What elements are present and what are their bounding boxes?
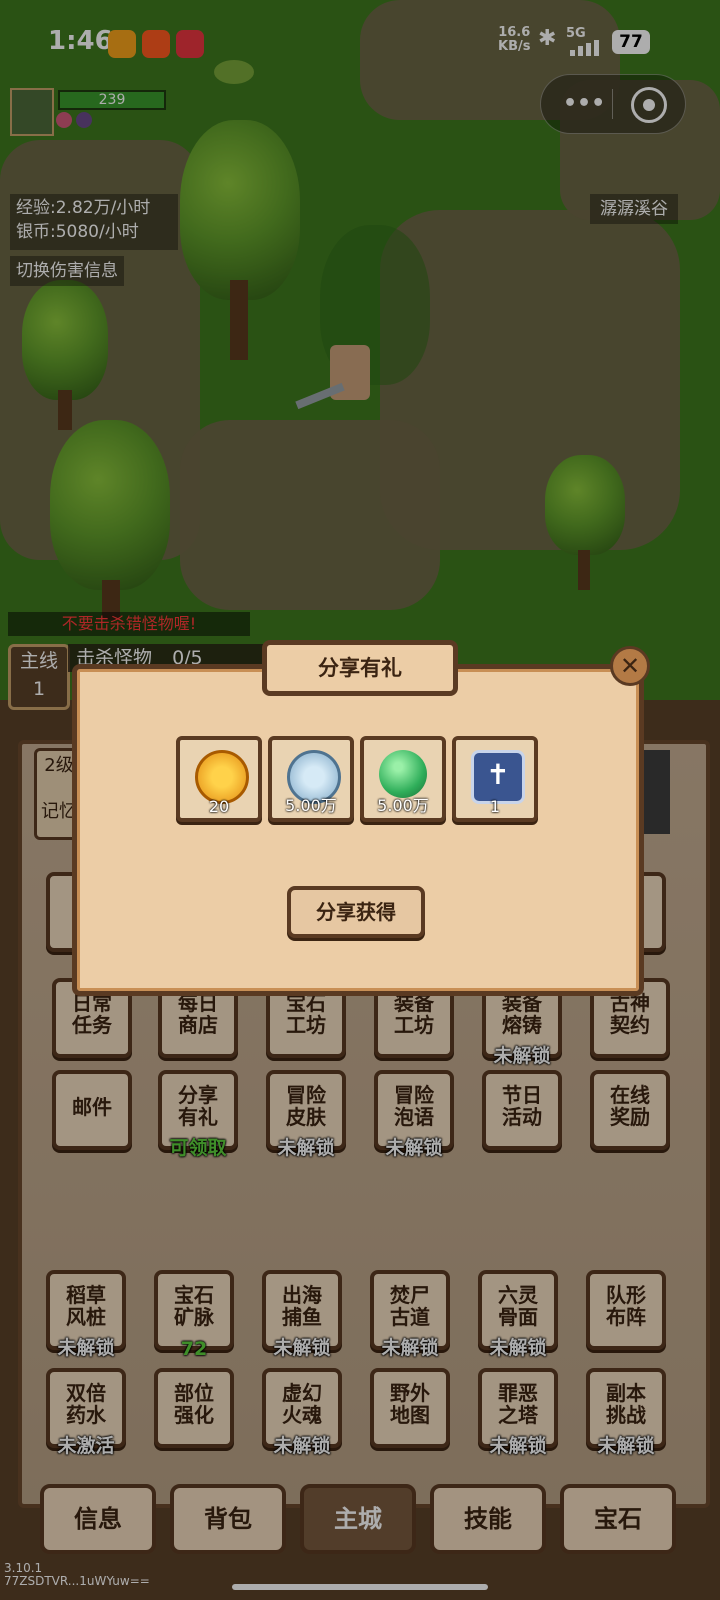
share-gift-dialog bbox=[72, 664, 644, 996]
close-dialog-icon[interactable]: ✕ bbox=[610, 646, 650, 686]
reward-holy-shield[interactable]: ✝ 1 bbox=[452, 736, 538, 822]
reward-green-orb[interactable]: 5.00万 bbox=[360, 736, 446, 822]
reward-silver-coin[interactable]: 5.00万 bbox=[268, 736, 354, 822]
gold-coin-icon bbox=[195, 750, 249, 804]
reward-count: 5.00万 bbox=[377, 796, 429, 815]
holy-shield-icon: ✝ bbox=[471, 750, 525, 804]
dialog-title: 分享有礼 bbox=[262, 640, 458, 696]
reward-gold-coin[interactable]: 20 bbox=[176, 736, 262, 822]
reward-count: 20 bbox=[208, 797, 230, 816]
reward-count: 1 bbox=[489, 797, 501, 816]
reward-count: 5.00万 bbox=[285, 796, 337, 815]
green-orb-icon bbox=[379, 750, 427, 798]
share-get-button[interactable]: 分享获得 bbox=[287, 886, 425, 938]
